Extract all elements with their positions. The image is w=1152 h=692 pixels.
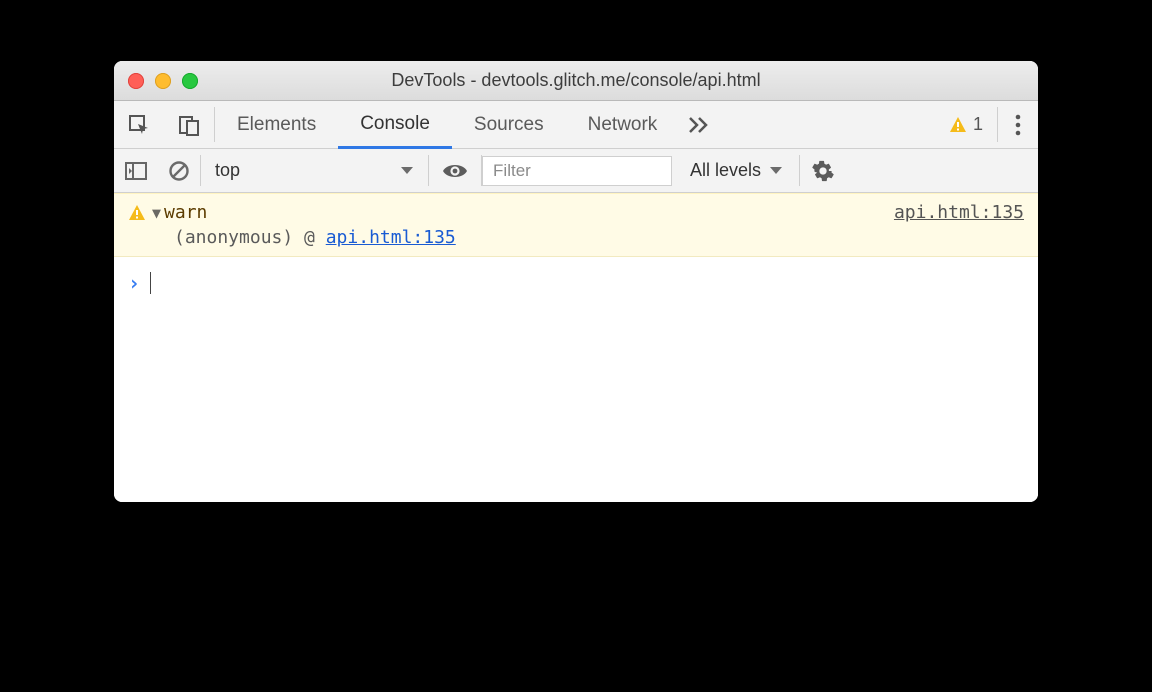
chevron-down-icon — [769, 166, 783, 176]
warning-triangle-icon — [949, 116, 967, 134]
levels-label: All levels — [690, 160, 761, 181]
text-cursor — [150, 272, 151, 294]
console-prompt[interactable]: › — [114, 257, 1038, 309]
chevron-double-right-icon — [688, 116, 710, 134]
stack-frame: (anonymous) @ api.html:135 — [128, 223, 1024, 250]
context-label: top — [215, 160, 240, 181]
titlebar: DevTools - devtools.glitch.me/console/ap… — [114, 61, 1038, 101]
console-sidebar-toggle[interactable] — [114, 149, 158, 192]
minimize-window-button[interactable] — [155, 73, 171, 89]
tab-sources[interactable]: Sources — [452, 101, 566, 148]
console-message-warning: ▼ warn api.html:135 (anonymous) @ api.ht… — [114, 193, 1038, 257]
warnings-count-text: 1 — [973, 114, 983, 135]
clear-console-button[interactable] — [158, 149, 200, 192]
toolbar-spacer — [719, 101, 935, 148]
tab-console[interactable]: Console — [338, 101, 452, 149]
warnings-counter[interactable]: 1 — [935, 101, 997, 148]
message-source-link[interactable]: api.html:135 — [894, 202, 1024, 223]
expand-message-toggle[interactable]: ▼ — [152, 204, 161, 222]
window-title: DevTools - devtools.glitch.me/console/ap… — [114, 70, 1038, 91]
eye-icon — [441, 161, 469, 181]
clear-icon — [168, 160, 190, 182]
devtools-toolbar: Elements Console Sources Network 1 — [114, 101, 1038, 149]
log-levels-selector[interactable]: All levels — [672, 149, 799, 192]
panel-tabs: Elements Console Sources Network — [215, 101, 679, 148]
zoom-window-button[interactable] — [182, 73, 198, 89]
tab-elements[interactable]: Elements — [215, 101, 338, 148]
warning-text: warn — [164, 202, 894, 223]
live-expression-button[interactable] — [429, 149, 481, 192]
prompt-caret-icon: › — [128, 271, 140, 295]
console-output: ▼ warn api.html:135 (anonymous) @ api.ht… — [114, 193, 1038, 502]
console-settings-button[interactable] — [800, 149, 846, 192]
inspect-element-button[interactable] — [114, 101, 164, 148]
device-toolbar-button[interactable] — [164, 101, 214, 148]
traffic-lights — [128, 73, 198, 89]
main-menu-button[interactable] — [998, 101, 1038, 148]
close-window-button[interactable] — [128, 73, 144, 89]
filter-box — [482, 149, 672, 192]
warning-triangle-icon — [128, 204, 146, 222]
stack-frame-prefix: (anonymous) @ — [174, 227, 326, 248]
tabs-overflow-button[interactable] — [679, 101, 719, 148]
sidebar-icon — [125, 161, 147, 181]
kebab-menu-icon — [1015, 114, 1021, 136]
console-toolbar: top All levels — [114, 149, 1038, 193]
stack-frame-link[interactable]: api.html:135 — [326, 227, 456, 248]
devtools-window: DevTools - devtools.glitch.me/console/ap… — [114, 61, 1038, 502]
execution-context-selector[interactable]: top — [201, 149, 428, 192]
chevron-down-icon — [400, 166, 414, 176]
device-icon — [178, 114, 200, 136]
gear-icon — [812, 160, 834, 182]
inspect-icon — [128, 114, 150, 136]
filter-input[interactable] — [482, 156, 672, 186]
tab-network[interactable]: Network — [566, 101, 680, 148]
